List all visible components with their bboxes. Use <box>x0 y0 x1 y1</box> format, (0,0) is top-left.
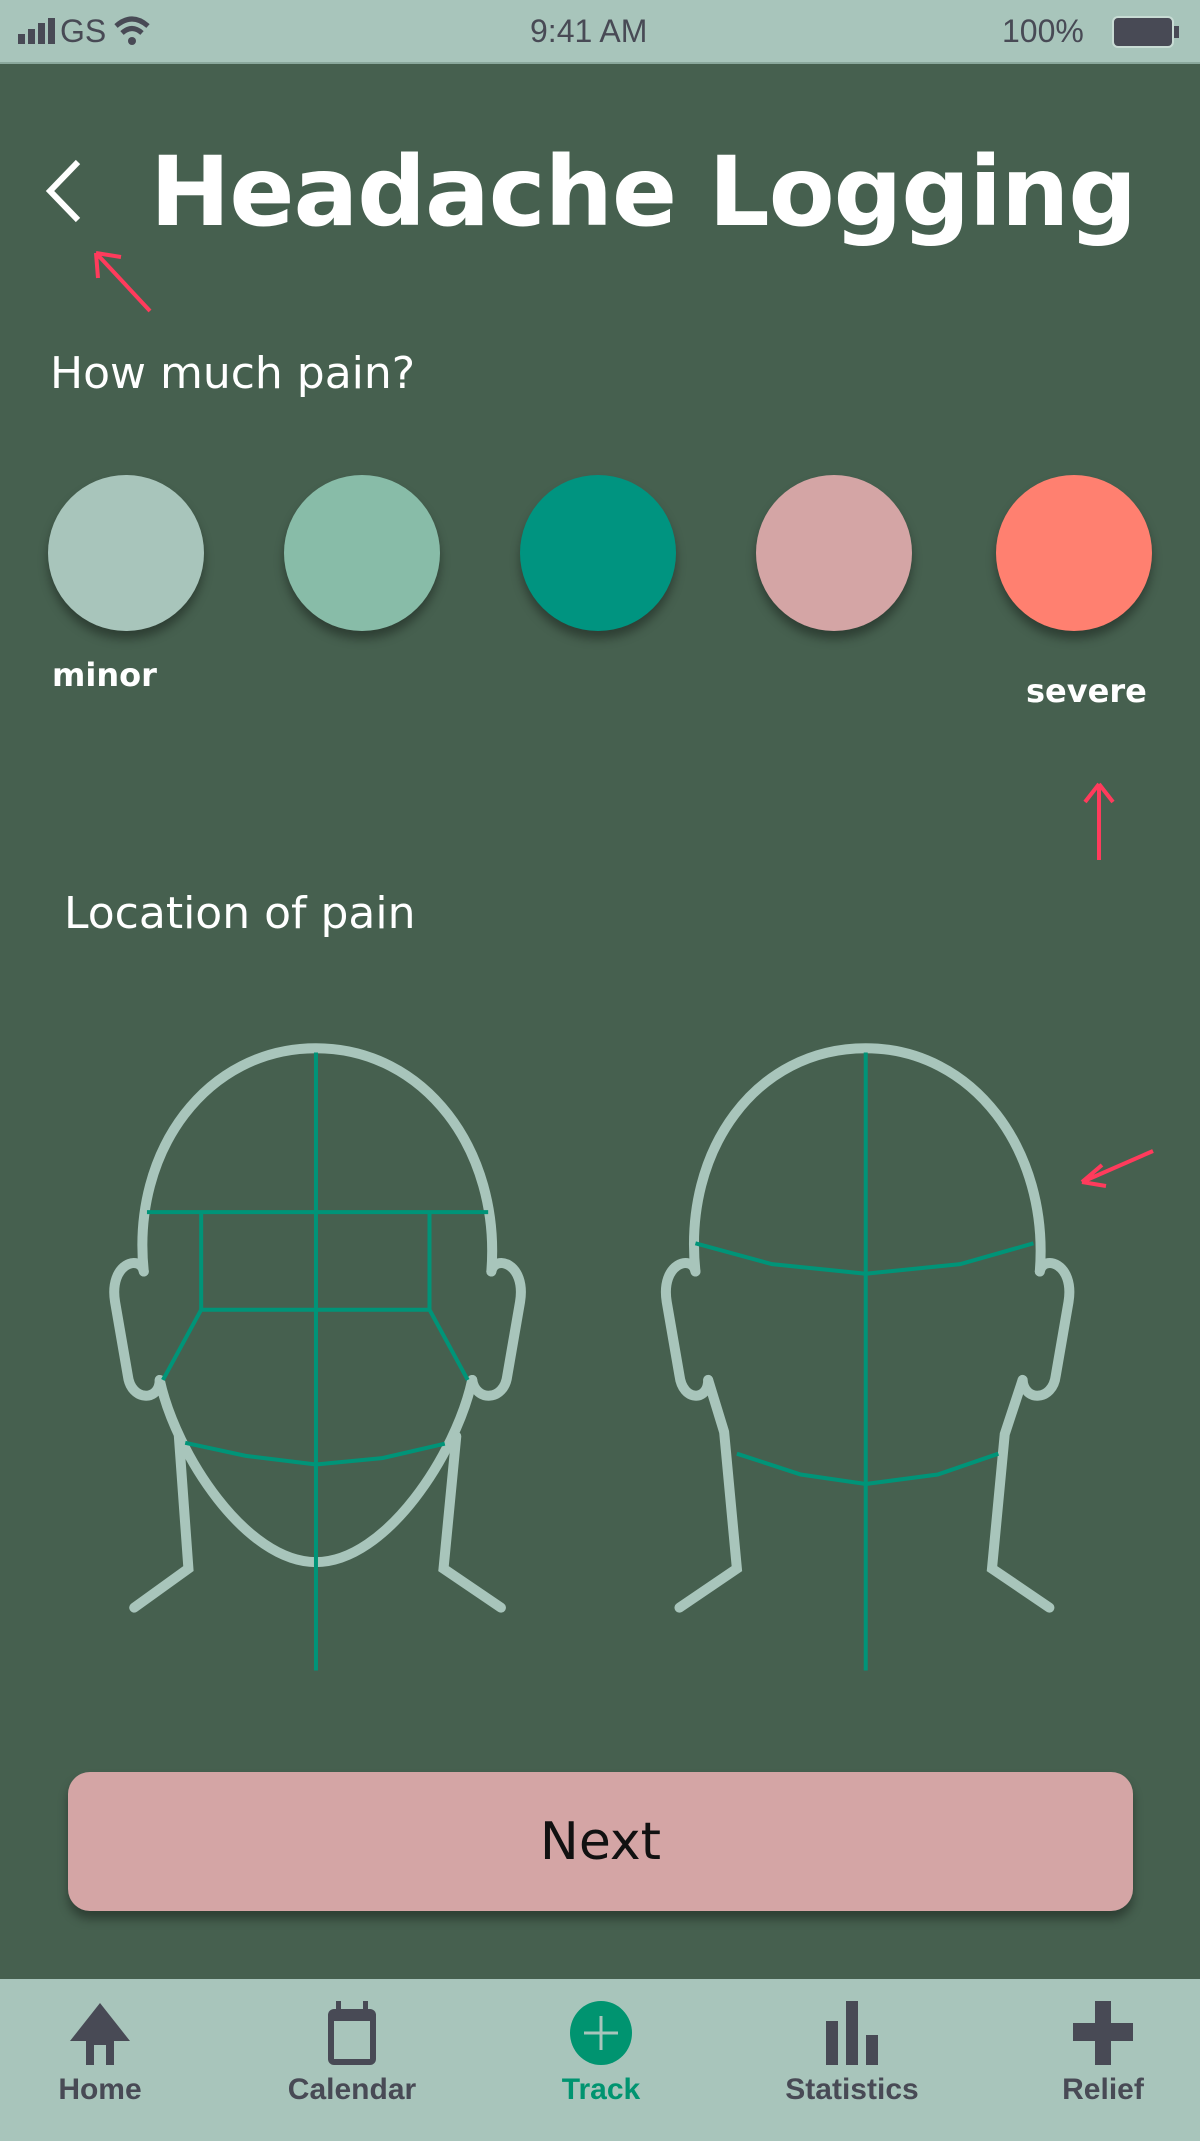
status-bar: GS 9:41 AM 100% <box>0 0 1200 64</box>
nav-calendar[interactable]: Calendar <box>252 1979 452 2141</box>
calendar-icon <box>328 2001 376 2065</box>
clock: 9:41 AM <box>530 13 648 49</box>
nav-label: Relief <box>1062 2073 1144 2106</box>
location-label: Location of pain <box>64 888 416 939</box>
signal-icon <box>18 18 55 44</box>
front-head[interactable] <box>114 1048 521 1670</box>
nav-label: Calendar <box>287 2073 417 2106</box>
carrier: GS <box>60 13 107 49</box>
pain-level-2[interactable] <box>284 475 440 631</box>
annotation-arrow-icon <box>1080 1149 1154 1188</box>
annotation-arrow-icon <box>94 251 152 313</box>
head-diagram <box>80 1020 1080 1700</box>
back-head[interactable] <box>666 1048 1069 1670</box>
chevron-left-icon <box>45 159 81 223</box>
pain-level-3[interactable] <box>520 475 676 631</box>
wifi-icon <box>114 16 150 45</box>
bottom-nav: Home Calendar Track Statistics Relief <box>0 1979 1200 2141</box>
back-button[interactable] <box>40 156 90 226</box>
nav-statistics[interactable]: Statistics <box>752 1979 952 2141</box>
nav-track[interactable]: Track <box>501 1979 701 2141</box>
pain-level-5[interactable] <box>996 475 1152 631</box>
nav-label: Statistics <box>785 2073 919 2106</box>
pain-question: How much pain? <box>50 348 416 399</box>
next-button[interactable]: Next <box>68 1772 1133 1911</box>
max-label: severe <box>1026 672 1147 710</box>
annotation-arrow-icon <box>1083 782 1115 860</box>
battery-percent: 100% <box>1002 13 1084 49</box>
nav-relief[interactable]: Relief <box>1003 1979 1200 2141</box>
home-icon <box>70 2003 130 2065</box>
nav-home[interactable]: Home <box>0 1979 200 2141</box>
cross-icon <box>1073 2001 1133 2065</box>
nav-label: Home <box>58 2073 142 2106</box>
battery-icon <box>1112 16 1179 48</box>
page-title: Headache Logging <box>150 136 1137 248</box>
plus-circle-icon <box>570 2001 632 2065</box>
pain-level-4[interactable] <box>756 475 912 631</box>
min-label: minor <box>52 656 157 694</box>
pain-level-1[interactable] <box>48 475 204 631</box>
nav-label: Track <box>561 2073 641 2106</box>
bar-chart-icon <box>826 2001 878 2065</box>
